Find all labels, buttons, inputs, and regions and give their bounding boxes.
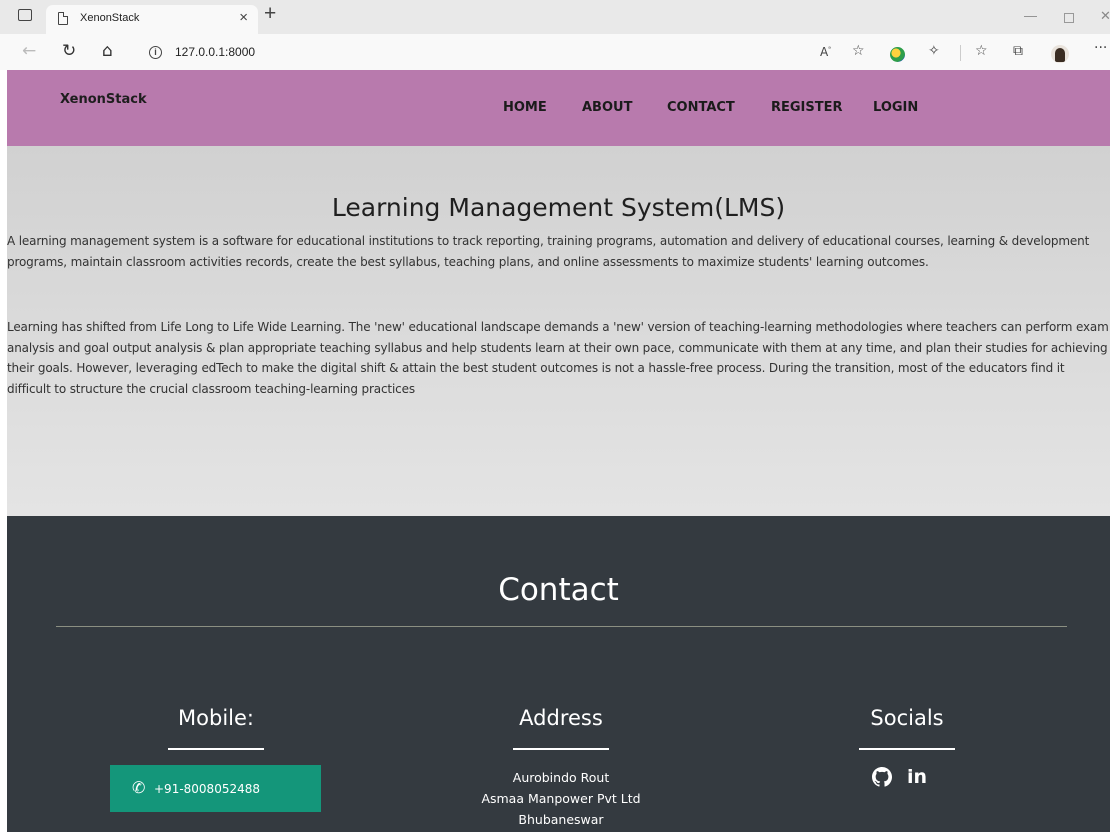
- new-tab-button[interactable]: +: [264, 2, 276, 26]
- linkedin-icon[interactable]: in: [907, 766, 927, 788]
- nav-login[interactable]: LOGIN: [873, 100, 918, 115]
- tab-title: XenonStack: [80, 12, 140, 24]
- nav-contact[interactable]: CONTACT: [667, 100, 735, 115]
- address-line-name: Aurobindo Rout: [512, 770, 610, 785]
- phone-icon: ✆: [132, 778, 146, 797]
- browser-toolbar: ← ↻ ⌂ i 127.0.0.1:8000 Aᵃ ☆ ✧ ☆ ⧉ ···: [0, 34, 1110, 70]
- phone-button[interactable]: ✆ +91-8008052488: [110, 765, 321, 812]
- contact-divider: [56, 626, 1067, 627]
- minimize-icon[interactable]: —: [1024, 8, 1037, 23]
- extensions-icon[interactable]: ✧: [928, 43, 940, 59]
- maximize-icon[interactable]: [1064, 13, 1074, 23]
- mobile-underline: [168, 748, 264, 750]
- extension-icon[interactable]: [890, 47, 905, 62]
- browser-tab[interactable]: XenonStack ×: [46, 5, 258, 34]
- tab-close-button[interactable]: ×: [239, 9, 248, 26]
- read-aloud-icon[interactable]: Aᵃ: [820, 45, 831, 59]
- address-title: Address: [519, 706, 603, 730]
- learning-paragraph: Learning has shifted from Life Long to L…: [7, 320, 1109, 396]
- page-title: Learning Management System(LMS): [331, 193, 786, 222]
- address-line-city: Bhubaneswar: [518, 812, 604, 827]
- info-icon[interactable]: i: [149, 46, 162, 59]
- phone-number: +91-8008052488: [154, 782, 261, 796]
- address-block: Aurobindo Rout Asmaa Manpower Pvt Ltd Bh…: [461, 767, 661, 830]
- profile-avatar[interactable]: [1051, 45, 1069, 63]
- add-favorite-icon[interactable]: ☆: [852, 43, 865, 59]
- socials-underline: [859, 748, 955, 750]
- home-icon[interactable]: ⌂: [102, 41, 113, 61]
- refresh-icon[interactable]: ↻: [62, 41, 76, 61]
- address-bar[interactable]: 127.0.0.1:8000: [175, 45, 255, 59]
- socials-title: Socials: [870, 706, 944, 730]
- brand-logo[interactable]: XenonStack: [60, 92, 147, 107]
- more-icon[interactable]: ···: [1094, 40, 1107, 56]
- site-header: XenonStack HOME ABOUT CONTACT REGISTER L…: [7, 70, 1110, 146]
- page-icon: [58, 12, 68, 25]
- favorites-icon[interactable]: ☆: [975, 43, 988, 59]
- contact-title: Contact: [498, 572, 619, 608]
- back-icon[interactable]: ←: [22, 41, 36, 61]
- toolbar-divider: [960, 45, 961, 61]
- tab-actions-icon[interactable]: [18, 9, 32, 21]
- mobile-title: Mobile:: [178, 706, 254, 730]
- address-underline: [513, 748, 609, 750]
- close-window-icon[interactable]: ✕: [1100, 8, 1110, 24]
- nav-home[interactable]: HOME: [503, 100, 547, 115]
- nav-about[interactable]: ABOUT: [582, 100, 632, 115]
- github-icon[interactable]: [872, 767, 893, 792]
- browser-tab-bar: XenonStack × + — ✕: [0, 0, 1110, 34]
- hero-section: Learning Management System(LMS) A learni…: [7, 146, 1110, 516]
- address-line-company: Asmaa Manpower Pvt Ltd: [481, 791, 641, 806]
- contact-section: Contact Mobile: ✆ +91-8008052488 Address…: [7, 516, 1110, 832]
- collections-icon[interactable]: ⧉: [1013, 43, 1023, 59]
- nav-register[interactable]: REGISTER: [771, 100, 843, 115]
- intro-paragraph: A learning management system is a softwa…: [7, 234, 1090, 269]
